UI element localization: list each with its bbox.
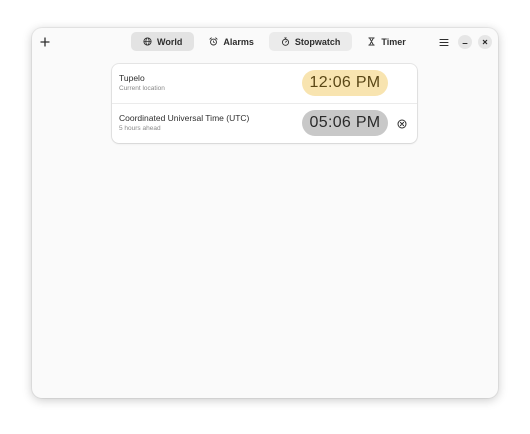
header-bar: World Alarms Stopwatch Timer <box>32 28 498 56</box>
city-subtitle: 5 hours ahead <box>119 125 161 132</box>
tab-world-label: World <box>157 36 183 47</box>
globe-icon <box>143 37 152 46</box>
remove-circle-icon <box>397 119 406 128</box>
world-clock-list: Tupelo Current location 12:06 PM Coordin… <box>112 64 417 143</box>
tab-alarms[interactable]: Alarms <box>197 32 266 51</box>
minimize-button[interactable] <box>458 35 472 49</box>
tab-stopwatch[interactable]: Stopwatch <box>268 32 353 51</box>
main-menu-button[interactable] <box>435 33 453 51</box>
view-switcher: World Alarms Stopwatch Timer <box>131 32 418 51</box>
clock-row-local[interactable]: Tupelo Current location 12:06 PM <box>112 64 417 103</box>
time-display: 05:06 PM <box>302 110 388 136</box>
minimize-icon <box>462 42 468 45</box>
city-subtitle: Current location <box>119 85 165 92</box>
close-button[interactable] <box>478 35 492 49</box>
remove-clock-button[interactable] <box>396 118 407 129</box>
time-display: 12:06 PM <box>302 70 388 96</box>
tab-world[interactable]: World <box>131 32 195 51</box>
close-icon <box>482 39 488 45</box>
tab-alarms-label: Alarms <box>223 36 254 47</box>
clocks-window: World Alarms Stopwatch Timer Tupelo Curr… <box>32 28 498 398</box>
clock-row-utc[interactable]: Coordinated Universal Time (UTC) 5 hours… <box>112 103 417 143</box>
tab-timer-label: Timer <box>381 36 406 47</box>
hamburger-menu-icon <box>439 38 449 46</box>
add-clock-button[interactable] <box>36 33 54 51</box>
plus-icon <box>40 37 50 47</box>
tab-timer[interactable]: Timer <box>355 32 417 51</box>
city-name: Tupelo <box>119 73 145 83</box>
stopwatch-icon <box>281 37 289 46</box>
tab-stopwatch-label: Stopwatch <box>294 36 341 47</box>
hourglass-icon <box>368 37 376 46</box>
city-name: Coordinated Universal Time (UTC) <box>119 113 250 123</box>
alarm-clock-icon <box>209 37 218 46</box>
